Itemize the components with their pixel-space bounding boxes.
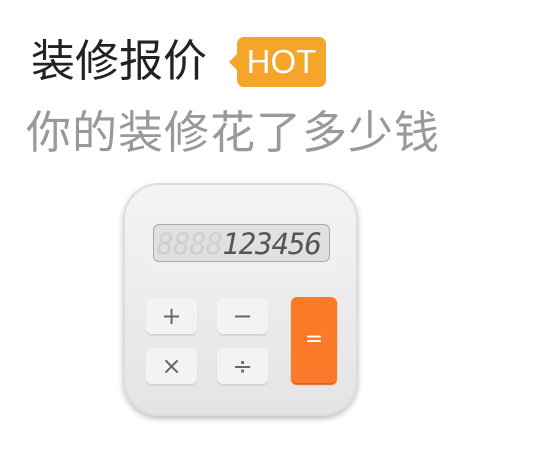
plus-key: + (146, 298, 197, 334)
calculator-display: 8888123456 (147, 218, 337, 270)
equals-key: = (291, 297, 337, 383)
times-key: × (146, 348, 197, 384)
page-title: 装修报价 (31, 36, 207, 87)
minus-key: − (217, 298, 268, 334)
hot-badge: HOT (229, 37, 326, 87)
lcd-ghost-digits: 8888 (156, 227, 223, 261)
calculator-icon[interactable]: 8888123456 + − × ÷ = (123, 183, 358, 416)
lcd-value: 123456 (222, 227, 322, 261)
divide-key: ÷ (217, 348, 268, 384)
page-subtitle: 你的装修花了多少钱 (26, 106, 441, 159)
lcd-screen: 8888123456 (153, 224, 330, 262)
